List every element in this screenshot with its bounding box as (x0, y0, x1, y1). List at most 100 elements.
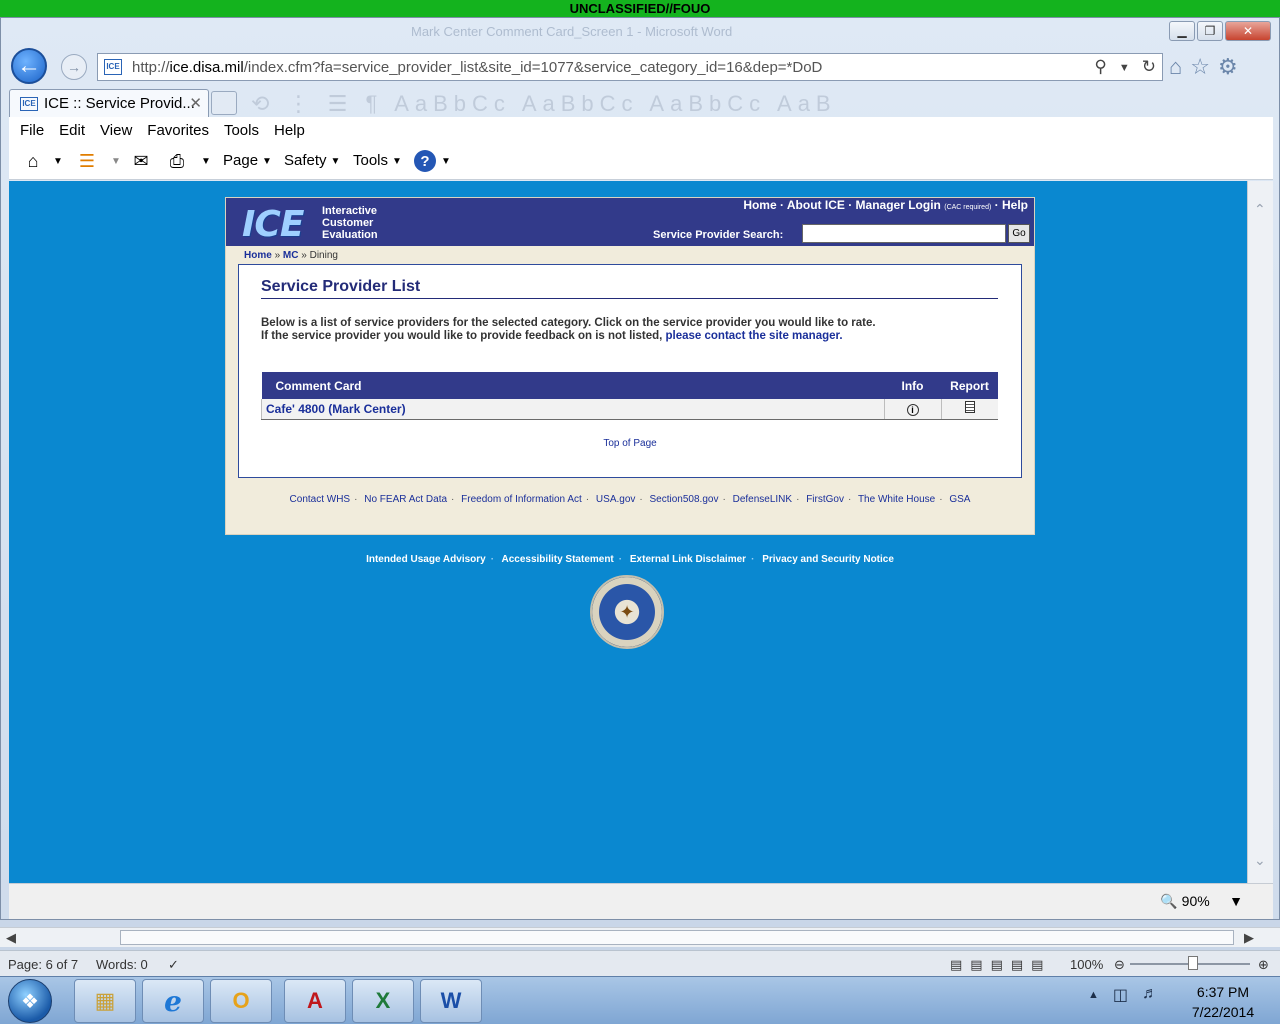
breadcrumb-home[interactable]: Home (244, 250, 272, 261)
breadcrumb-mc[interactable]: MC (283, 250, 299, 261)
zoom-control[interactable]: 🔍 90% ▼ (1160, 893, 1243, 910)
footer-link[interactable]: Freedom of Information Act (461, 494, 582, 505)
footer-link[interactable]: FirstGov (806, 494, 844, 505)
nav-help-link[interactable]: Help (1002, 198, 1028, 212)
favorites-star-icon[interactable]: ☆ (1190, 54, 1210, 80)
ice-logo[interactable]: ICE (242, 204, 304, 245)
nav-home-link[interactable]: Home (743, 198, 776, 212)
menu-edit[interactable]: Edit (59, 122, 85, 139)
refresh-icon[interactable]: ↻ (1142, 57, 1156, 77)
scroll-thumb[interactable] (120, 930, 1234, 945)
zoom-out-icon[interactable]: ⊖ (1114, 957, 1125, 973)
tab-active[interactable]: ICE ICE :: Service Provid... ✕ (9, 89, 209, 117)
taskbar-outlook[interactable]: O (210, 979, 272, 1023)
info-icon[interactable]: i (906, 403, 919, 416)
network-icon[interactable]: ◫ (1113, 985, 1128, 1005)
address-tools: ⚲ ▼ ↻ (1094, 57, 1156, 77)
new-tab-button[interactable] (211, 91, 237, 115)
browser-icons: ⌂ ☆ ⚙ (1169, 54, 1238, 80)
menu-tools[interactable]: Tools (224, 122, 259, 139)
mail-icon[interactable]: ✉ (129, 149, 153, 173)
start-button[interactable]: ❖ (8, 979, 52, 1023)
command-bar: ⌂ ▼ ☰ ▼ ✉ ⎙ ▼ Page ▼ Safety ▼ Tools ▼ ? ▼ (9, 144, 1273, 180)
footer-link[interactable]: GSA (949, 494, 970, 505)
help-icon[interactable]: ? (413, 149, 437, 173)
word-count[interactable]: Words: 0 (96, 957, 148, 972)
clock[interactable]: 6:37 PM 7/22/2014 (1178, 982, 1268, 1022)
minimize-button[interactable]: ▁ (1169, 21, 1195, 41)
taskbar-excel[interactable]: X (352, 979, 414, 1023)
page-count[interactable]: Page: 6 of 7 (8, 957, 78, 972)
proofing-icon[interactable]: ✓ (168, 957, 179, 973)
search-icon[interactable]: ⚲ (1094, 57, 1106, 77)
vertical-scrollbar[interactable]: ⌃ ⌄ (1247, 181, 1273, 883)
home-icon[interactable]: ⌂ (1169, 54, 1182, 80)
tools-menu-button[interactable]: Tools ▼ (353, 152, 402, 169)
address-bar[interactable]: ICE http://ice.disa.mil/index.cfm?fa=ser… (97, 53, 1163, 81)
safety-menu-button[interactable]: Safety ▼ (284, 152, 340, 169)
zoom-in-icon[interactable]: ⊕ (1258, 957, 1269, 973)
zoom-slider-handle[interactable] (1188, 956, 1198, 970)
legal-link[interactable]: External Link Disclaimer (630, 554, 746, 565)
url-text[interactable]: http://ice.disa.mil/index.cfm?fa=service… (132, 59, 822, 76)
rss-feed-icon[interactable]: ☰ (75, 149, 99, 173)
horizontal-scrollbar[interactable]: ◀ ▶ (0, 927, 1280, 947)
footer-link[interactable]: DefenseLINK (733, 494, 792, 505)
footer-link[interactable]: Section508.gov (650, 494, 719, 505)
contact-site-manager-link[interactable]: please contact the site manager. (666, 330, 843, 342)
footer-link[interactable]: No FEAR Act Data (364, 494, 447, 505)
nav-manager-login-link[interactable]: Manager Login (856, 198, 941, 212)
footer-link[interactable]: The White House (858, 494, 935, 505)
scroll-up-icon[interactable]: ⌃ (1254, 201, 1266, 218)
ice-top-nav: Home · About ICE · Manager Login (CAC re… (743, 198, 1028, 212)
legal-link[interactable]: Accessibility Statement (502, 554, 614, 565)
menu-help[interactable]: Help (274, 122, 305, 139)
feed-dropdown-icon[interactable]: ▼ (111, 156, 121, 167)
home-icon[interactable]: ⌂ (21, 149, 45, 173)
gear-icon[interactable]: ⚙ (1218, 54, 1238, 80)
menu-view[interactable]: View (100, 122, 132, 139)
legal-link[interactable]: Privacy and Security Notice (762, 554, 894, 565)
menu-favorites[interactable]: Favorites (147, 122, 209, 139)
show-hidden-icons[interactable]: ▲ (1088, 985, 1099, 1005)
view-buttons-icon[interactable]: ▤▤▤▤▤ (950, 957, 1051, 973)
back-button[interactable]: ← (11, 48, 47, 84)
report-icon[interactable] (964, 401, 975, 414)
provider-link[interactable]: Cafe' 4800 (Mark Center) (261, 399, 884, 420)
word-zoom-level[interactable]: 100% (1070, 957, 1103, 972)
taskbar-acrobat[interactable]: A (284, 979, 346, 1023)
word-icon: W (440, 988, 462, 1013)
taskbar-word[interactable]: W (420, 979, 482, 1023)
system-tray: ▲ ◫ ♬ (1088, 985, 1158, 1005)
close-button[interactable]: ✕ (1225, 21, 1271, 41)
menu-file[interactable]: File (20, 122, 44, 139)
page-menu-button[interactable]: Page ▼ (223, 152, 272, 169)
window-title: Mark Center Comment Card_Screen 1 - Micr… (411, 24, 733, 39)
footer-link[interactable]: Contact WHS (290, 494, 351, 505)
footer-link[interactable]: USA.gov (596, 494, 635, 505)
scroll-right-icon[interactable]: ▶ (1244, 930, 1254, 946)
print-icon[interactable]: ⎙ (165, 149, 189, 173)
go-button[interactable]: Go (1008, 224, 1030, 243)
breadcrumb-separator: » (301, 250, 307, 261)
scroll-down-icon[interactable]: ⌄ (1254, 852, 1266, 869)
taskbar-internet-explorer[interactable]: e (142, 979, 204, 1023)
clock-date: 7/22/2014 (1191, 1004, 1255, 1020)
scroll-left-icon[interactable]: ◀ (6, 930, 16, 946)
service-provider-search-input[interactable] (802, 224, 1006, 243)
legal-link[interactable]: Intended Usage Advisory (366, 554, 486, 565)
maximize-button[interactable]: ❐ (1197, 21, 1223, 41)
volume-icon[interactable]: ♬ (1142, 985, 1158, 1005)
help-dropdown-icon[interactable]: ▼ (441, 156, 451, 167)
top-of-page-link[interactable]: Top of Page (239, 438, 1021, 449)
table-row: Cafe' 4800 (Mark Center) i (261, 399, 998, 420)
print-dropdown-icon[interactable]: ▼ (201, 156, 211, 167)
forward-button[interactable]: → (61, 54, 87, 80)
dropdown-icon[interactable]: ▼ (1119, 57, 1130, 77)
ice-header: ICE Interactive Customer Evaluation Home… (226, 198, 1034, 246)
tab-close-icon[interactable]: ✕ (189, 94, 202, 112)
table-header-row: Comment Card Info Report (261, 372, 998, 399)
home-dropdown-icon[interactable]: ▼ (53, 156, 63, 167)
taskbar-explorer[interactable]: ▦ (74, 979, 136, 1023)
nav-about-link[interactable]: About ICE (787, 198, 845, 212)
